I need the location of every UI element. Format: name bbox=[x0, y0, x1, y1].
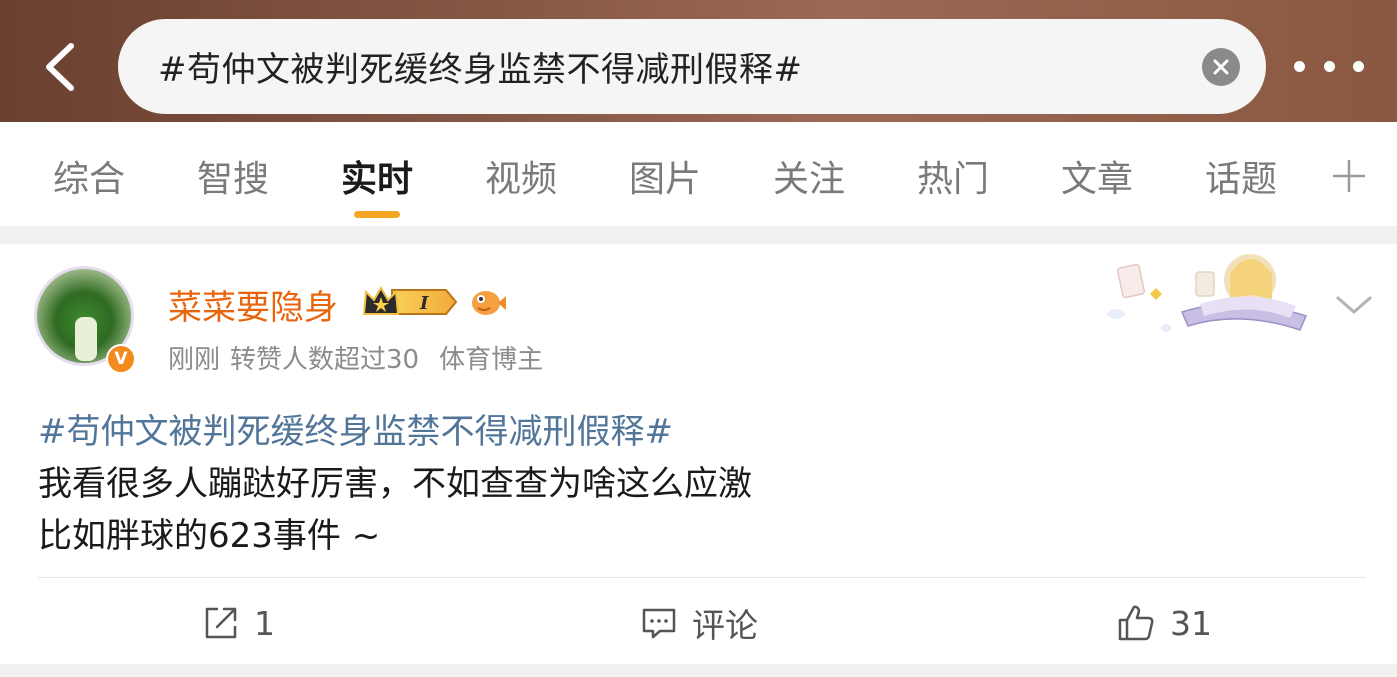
plus-icon bbox=[1333, 160, 1365, 192]
crown-level-badge-icon: I bbox=[362, 286, 458, 315]
chevron-down-icon bbox=[1336, 296, 1372, 314]
bottom-divider bbox=[0, 664, 1397, 677]
add-tab-button[interactable] bbox=[1331, 158, 1367, 194]
level-label: I bbox=[419, 293, 429, 314]
like-button[interactable]: 31 bbox=[1116, 600, 1212, 646]
active-tab-indicator bbox=[354, 211, 400, 218]
thumbs-up-icon bbox=[1118, 605, 1154, 641]
verified-badge: V bbox=[106, 344, 136, 374]
repost-button[interactable]: 1 bbox=[202, 600, 275, 646]
more-dot-icon bbox=[1353, 60, 1364, 72]
top-search-bar: #苟仲文被判死缓终身监禁不得减刑假释# bbox=[0, 0, 1397, 122]
avatar-image bbox=[75, 317, 97, 361]
post-text-line: 我看很多人蹦跶好厉害，不如查查为啥这么应激 bbox=[38, 464, 752, 504]
action-divider bbox=[38, 577, 1366, 578]
chevron-left-icon bbox=[46, 43, 74, 91]
comment-label: 评论 bbox=[692, 606, 758, 645]
tab-articles[interactable]: 文章 bbox=[1042, 150, 1152, 202]
repost-note: 转赞人数超过30 bbox=[230, 345, 420, 375]
search-input[interactable]: #苟仲文被判死缓终身监禁不得减刑假释# bbox=[118, 19, 1266, 114]
comment-button[interactable]: 评论 bbox=[640, 600, 758, 646]
tab-smart-search[interactable]: 智搜 bbox=[178, 150, 288, 202]
post-text-line: 比如胖球的623事件 ~ bbox=[38, 516, 381, 556]
close-icon bbox=[1213, 59, 1229, 75]
search-query-text: #苟仲文被判死缓终身监禁不得减刑假释# bbox=[158, 50, 803, 90]
tab-hot[interactable]: 热门 bbox=[898, 150, 1008, 202]
tab-realtime[interactable]: 实时 bbox=[322, 150, 432, 202]
collapse-button[interactable] bbox=[1334, 290, 1374, 320]
topic-hashtag-link[interactable]: #苟仲文被判死缓终身监禁不得减刑假释# bbox=[38, 404, 673, 453]
tab-video[interactable]: 视频 bbox=[466, 150, 576, 202]
like-count: 31 bbox=[1170, 603, 1212, 643]
tab-following[interactable]: 关注 bbox=[754, 150, 864, 202]
more-dot-icon bbox=[1294, 60, 1305, 72]
post-meta: 刚刚 转赞人数超过30 体育博主 bbox=[168, 339, 553, 376]
back-button[interactable] bbox=[30, 36, 92, 98]
repost-icon bbox=[205, 607, 237, 639]
section-divider bbox=[0, 226, 1397, 244]
comment-icon bbox=[642, 608, 676, 639]
tab-images[interactable]: 图片 bbox=[610, 150, 720, 202]
user-tag: 体育博主 bbox=[439, 345, 544, 375]
username[interactable]: 菜菜要隐身 bbox=[168, 280, 338, 329]
repost-count: 1 bbox=[254, 603, 275, 643]
post-time: 刚刚 bbox=[168, 345, 221, 375]
decorative-card-sticker-icon bbox=[1106, 254, 1308, 332]
tab-topics[interactable]: 话题 bbox=[1186, 150, 1296, 202]
post-card: V 菜菜要隐身 I 刚刚 转赞人数超过30 体育博主 #苟仲文被判死缓终身监禁不… bbox=[0, 244, 1397, 664]
search-tabs: 综合 智搜 实时 视频 图片 关注 热门 文章 话题 bbox=[0, 122, 1397, 226]
clear-search-button[interactable] bbox=[1202, 48, 1240, 86]
more-options-button[interactable] bbox=[1294, 46, 1364, 86]
more-dot-icon bbox=[1323, 60, 1335, 72]
fish-badge-icon bbox=[472, 291, 506, 315]
tab-comprehensive[interactable]: 综合 bbox=[34, 150, 144, 202]
